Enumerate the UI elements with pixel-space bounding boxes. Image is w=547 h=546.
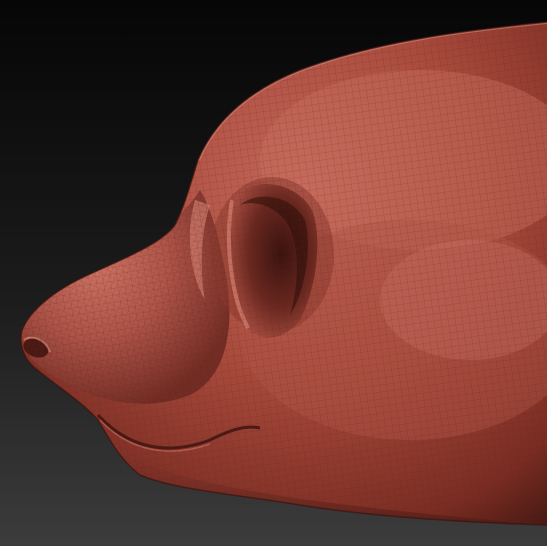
sculpt-render: [0, 0, 547, 546]
sculpt-viewport[interactable]: [0, 0, 547, 546]
